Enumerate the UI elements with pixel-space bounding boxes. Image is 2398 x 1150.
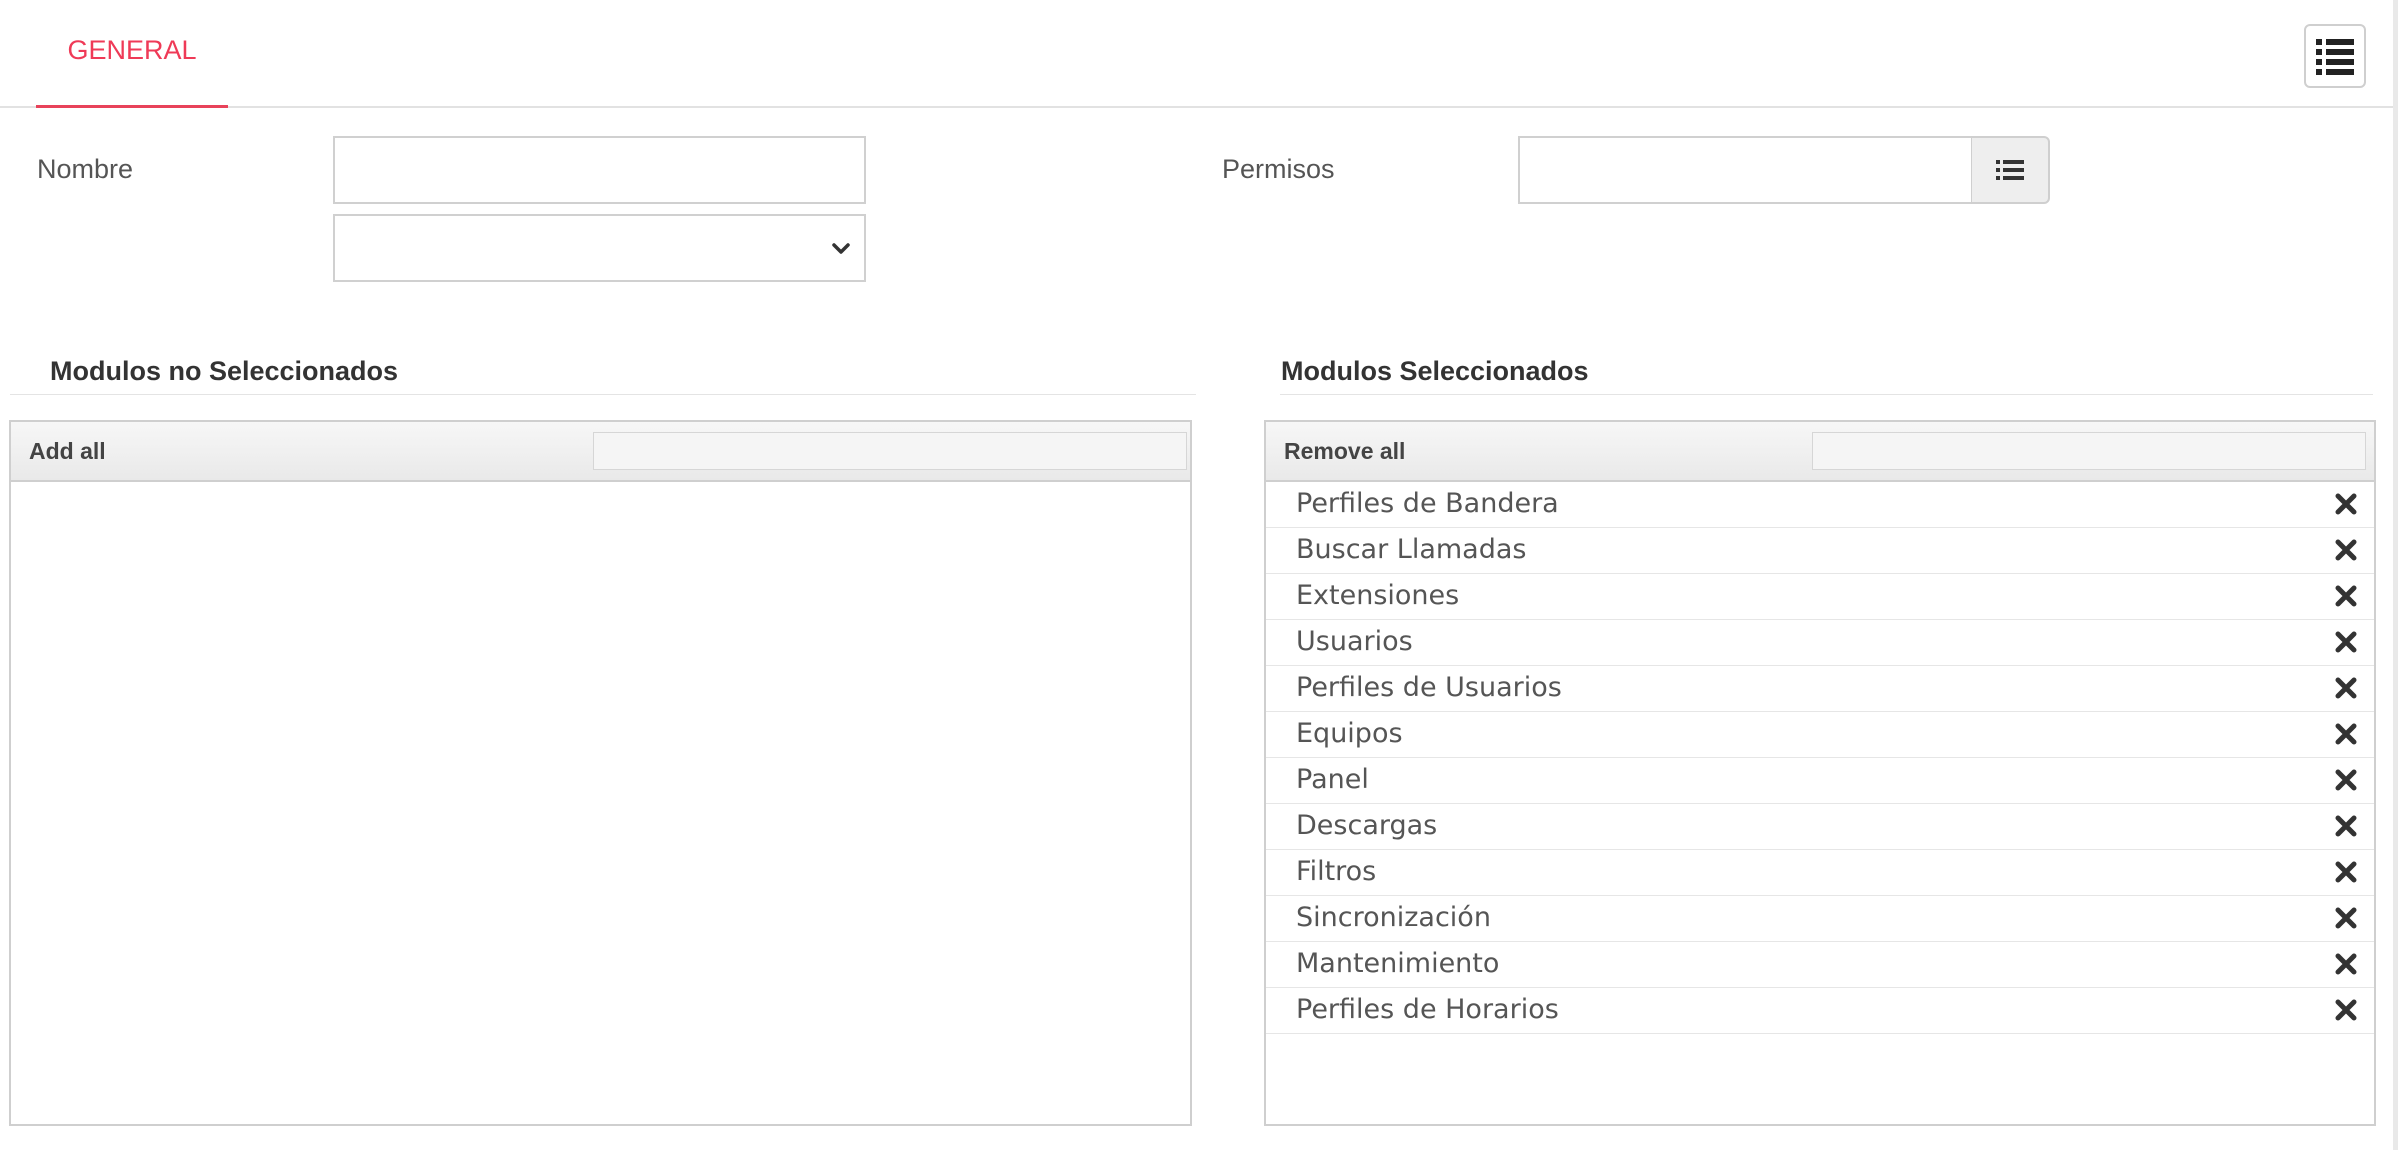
menu-button[interactable]: [2304, 24, 2366, 88]
list-item[interactable]: Perfiles de Usuarios: [1266, 666, 2374, 712]
close-icon[interactable]: [2334, 584, 2358, 608]
permisos-list-button[interactable]: [1971, 136, 2050, 204]
list-item-label: Usuarios: [1296, 626, 1413, 657]
list-item-label: Perfiles de Horarios: [1296, 994, 1559, 1025]
remove-all-button[interactable]: Remove all: [1284, 422, 1405, 480]
left-panel-title: Modulos no Seleccionados: [50, 356, 399, 386]
close-icon[interactable]: [2334, 676, 2358, 700]
list-item-label: Equipos: [1296, 718, 1403, 749]
close-icon[interactable]: [2334, 630, 2358, 654]
list-item[interactable]: Filtros: [1266, 850, 2374, 896]
list-item-label: Mantenimiento: [1296, 948, 1500, 979]
list-item[interactable]: Buscar Llamadas: [1266, 528, 2374, 574]
nombre-label: Nombre: [37, 154, 134, 184]
list-item-label: Extensiones: [1296, 580, 1460, 611]
list-item-label: Filtros: [1296, 856, 1377, 887]
list-item-label: Sincronización: [1296, 902, 1491, 933]
list-item[interactable]: Extensiones: [1266, 574, 2374, 620]
list-item[interactable]: Panel: [1266, 758, 2374, 804]
list-item-label: Perfiles de Bandera: [1296, 488, 1559, 519]
add-all-button[interactable]: Add all: [29, 422, 106, 480]
list-item[interactable]: Usuarios: [1266, 620, 2374, 666]
tab-general-label: GENERAL: [67, 35, 197, 65]
selected-filter-input[interactable]: [1812, 432, 2366, 470]
close-icon[interactable]: [2334, 906, 2358, 930]
left-panel-divider: [10, 394, 1196, 395]
close-icon[interactable]: [2334, 722, 2358, 746]
list-item[interactable]: Mantenimiento: [1266, 942, 2374, 988]
list-icon: [2316, 39, 2354, 75]
close-icon[interactable]: [2334, 814, 2358, 838]
close-icon[interactable]: [2334, 952, 2358, 976]
close-icon[interactable]: [2334, 768, 2358, 792]
list-item[interactable]: Descargas: [1266, 804, 2374, 850]
tab-bar: GENERAL: [0, 0, 2398, 108]
available-filter-input[interactable]: [593, 432, 1187, 470]
selected-modules-header: Remove all: [1266, 422, 2374, 482]
chevron-down-icon: [832, 243, 850, 254]
list-item-label: Descargas: [1296, 810, 1438, 841]
nombre-input[interactable]: [333, 136, 866, 204]
list-item-label: Panel: [1296, 764, 1369, 795]
list-item-label: Buscar Llamadas: [1296, 534, 1527, 565]
select-field[interactable]: [333, 214, 866, 282]
permisos-input[interactable]: [1518, 136, 1972, 204]
close-icon[interactable]: [2334, 998, 2358, 1022]
selected-modules-panel: Remove all Perfiles de Bandera Buscar Ll…: [1264, 420, 2376, 1126]
available-modules-panel: Add all: [9, 420, 1192, 1126]
list-item-label: Perfiles de Usuarios: [1296, 672, 1562, 703]
tab-general[interactable]: GENERAL: [36, 0, 228, 108]
selected-modules-list: Perfiles de Bandera Buscar Llamadas Exte…: [1266, 482, 2374, 1034]
list-item[interactable]: Perfiles de Bandera: [1266, 482, 2374, 528]
available-modules-header: Add all: [11, 422, 1190, 482]
close-icon[interactable]: [2334, 860, 2358, 884]
list-item[interactable]: Perfiles de Horarios: [1266, 988, 2374, 1034]
list-icon: [1996, 160, 2024, 180]
list-item[interactable]: Sincronización: [1266, 896, 2374, 942]
permisos-label: Permisos: [1222, 154, 1335, 184]
page-scrollbar[interactable]: [2393, 0, 2398, 1150]
close-icon[interactable]: [2334, 538, 2358, 562]
right-panel-title: Modulos Seleccionados: [1281, 356, 1589, 386]
list-item[interactable]: Equipos: [1266, 712, 2374, 758]
close-icon[interactable]: [2334, 492, 2358, 516]
right-panel-divider: [1280, 394, 2373, 395]
